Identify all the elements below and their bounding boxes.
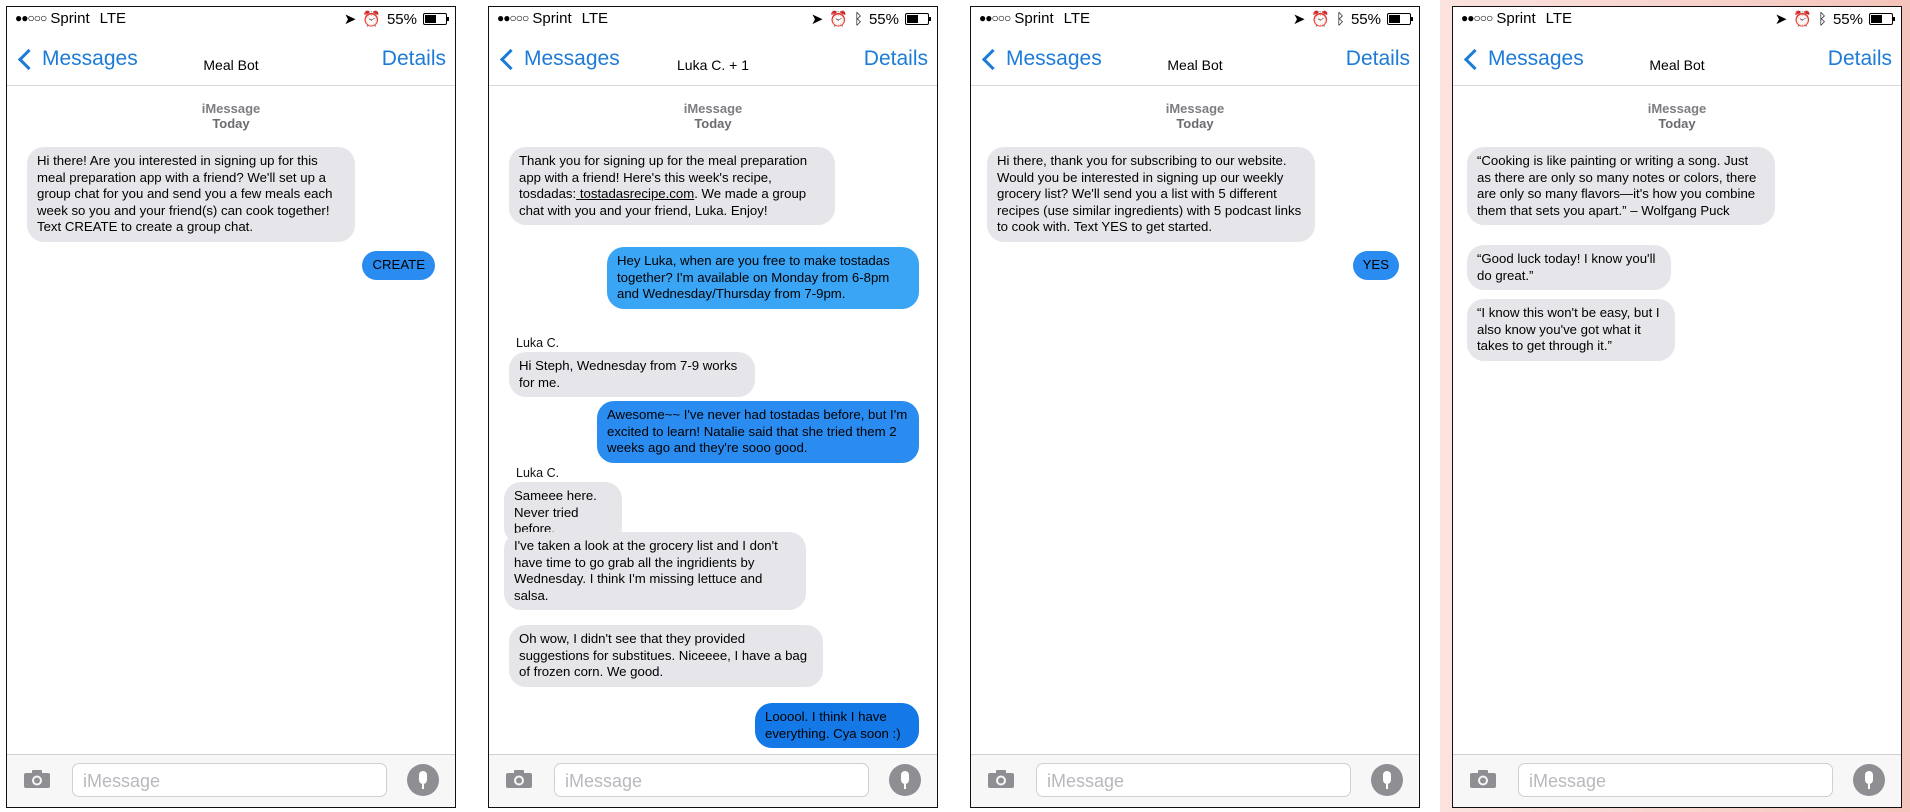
conversation-header: iMessage Today: [1647, 101, 1707, 131]
nav-bar: Messages Meal Bot Details: [7, 33, 455, 86]
status-bar: ●●○○○ Sprint LTE ➤ ⏰ ᛒ 55%: [1453, 7, 1901, 29]
camera-icon[interactable]: [987, 769, 1015, 789]
outgoing-message[interactable]: YES: [1352, 251, 1399, 280]
nav-bar: Messages Meal Bot Details: [1453, 33, 1901, 86]
details-button[interactable]: Details: [1828, 47, 1892, 71]
network-type: LTE: [99, 10, 127, 27]
battery-icon: [905, 13, 931, 25]
message-list[interactable]: iMessage Today Thank you for signing up f…: [489, 85, 937, 755]
alarm-icon: ⏰: [1793, 11, 1812, 28]
battery-icon: [423, 13, 449, 25]
incoming-message[interactable]: Oh wow, I didn't see that they provided …: [509, 625, 823, 687]
phone-screen-4: ●●○○○ Sprint LTE ➤ ⏰ ᛒ 55% Messages Meal …: [1452, 6, 1902, 808]
sender-name: Luka C.: [516, 336, 560, 350]
outgoing-message[interactable]: Looool. I think I have everything. Cya s…: [755, 703, 919, 748]
incoming-message[interactable]: “Good luck today! I know you'll do great…: [1467, 245, 1671, 290]
nav-bar: Messages Luka C. + 1 Details: [489, 33, 937, 86]
outgoing-message[interactable]: Hey Luka, when are you free to make tost…: [607, 247, 919, 309]
conversation-header: iMessage Today: [1165, 101, 1225, 131]
incoming-message[interactable]: I've taken a look at the grocery list an…: [504, 532, 806, 610]
sender-name: Luka C.: [516, 466, 560, 480]
microphone-icon[interactable]: [889, 764, 921, 796]
alarm-icon: ⏰: [1311, 11, 1330, 28]
incoming-message[interactable]: Hi there! Are you interested in signing …: [27, 147, 355, 242]
details-button[interactable]: Details: [382, 47, 446, 71]
incoming-message[interactable]: Hi there, thank you for subscribing to o…: [987, 147, 1315, 242]
status-bar: ●●○○○ Sprint LTE ➤ ⏰ ᛒ 55%: [489, 7, 937, 29]
battery-percent: 55%: [386, 10, 417, 28]
message-input[interactable]: iMessage: [1518, 763, 1833, 797]
camera-icon[interactable]: [1469, 769, 1497, 789]
message-input[interactable]: iMessage: [1036, 763, 1351, 797]
carrier-name: Sprint: [1496, 10, 1536, 27]
battery-icon: [1869, 13, 1895, 25]
carrier-name: Sprint: [1014, 10, 1054, 27]
location-arrow-icon: ➤: [1292, 11, 1306, 28]
nav-bar: Messages Meal Bot Details: [971, 33, 1419, 86]
message-input[interactable]: iMessage: [72, 763, 387, 797]
signal-icon: ●●○○○: [979, 11, 1011, 25]
incoming-message[interactable]: “I know this won't be easy, but I also k…: [1467, 299, 1675, 361]
incoming-message[interactable]: “Cooking is like painting or writing a s…: [1467, 147, 1775, 225]
phone-screen-3: ●●○○○ Sprint LTE ➤ ⏰ ᛒ 55% Messages Meal …: [970, 6, 1420, 808]
conversation-header: iMessage Today: [683, 101, 743, 131]
location-arrow-icon: ➤: [343, 11, 357, 28]
bluetooth-icon: ᛒ: [1335, 10, 1345, 28]
input-bar: iMessage: [971, 754, 1419, 807]
carrier-name: Sprint: [50, 10, 90, 27]
incoming-message[interactable]: Hi Steph, Wednesday from 7-9 works for m…: [509, 352, 755, 397]
alarm-icon: ⏰: [829, 11, 848, 28]
outgoing-message[interactable]: Awesome~~ I've never had tostadas before…: [597, 401, 919, 463]
phone-screen-2: ●●○○○ Sprint LTE ➤ ⏰ ᛒ 55% Messages Luka …: [488, 6, 938, 808]
input-bar: iMessage: [7, 754, 455, 807]
signal-icon: ●●○○○: [497, 11, 529, 25]
incoming-message[interactable]: Thank you for signing up for the meal pr…: [509, 147, 835, 225]
phone-screen-1: ●●○○○ Sprint LTE ➤ ⏰ 55% Messages Meal Bo…: [6, 6, 456, 808]
location-arrow-icon: ➤: [810, 11, 824, 28]
status-bar: ●●○○○ Sprint LTE ➤ ⏰ 55%: [7, 7, 455, 29]
camera-icon[interactable]: [505, 769, 533, 789]
message-list[interactable]: iMessage Today “Cooking is like painting …: [1453, 85, 1901, 755]
message-input[interactable]: iMessage: [554, 763, 869, 797]
battery-percent: 55%: [1350, 10, 1381, 28]
network-type: LTE: [1063, 10, 1091, 27]
microphone-icon[interactable]: [1371, 764, 1403, 796]
bluetooth-icon: ᛒ: [1817, 10, 1827, 28]
bluetooth-icon: ᛒ: [853, 10, 863, 28]
recipe-link[interactable]: tostadasrecipe.com: [576, 186, 694, 201]
network-type: LTE: [1545, 10, 1573, 27]
details-button[interactable]: Details: [1346, 47, 1410, 71]
battery-percent: 55%: [1832, 10, 1863, 28]
battery-icon: [1387, 13, 1413, 25]
carrier-name: Sprint: [532, 10, 572, 27]
details-button[interactable]: Details: [864, 47, 928, 71]
status-bar: ●●○○○ Sprint LTE ➤ ⏰ ᛒ 55%: [971, 7, 1419, 29]
input-bar: iMessage: [489, 754, 937, 807]
location-arrow-icon: ➤: [1774, 11, 1788, 28]
alarm-icon: ⏰: [362, 11, 381, 28]
message-list[interactable]: iMessage Today Hi there! Are you interest…: [7, 85, 455, 755]
battery-percent: 55%: [868, 10, 899, 28]
conversation-header: iMessage Today: [201, 101, 261, 131]
signal-icon: ●●○○○: [1461, 11, 1493, 25]
message-list[interactable]: iMessage Today Hi there, thank you for su…: [971, 85, 1419, 755]
camera-icon[interactable]: [23, 769, 51, 789]
microphone-icon[interactable]: [407, 764, 439, 796]
microphone-icon[interactable]: [1853, 764, 1885, 796]
network-type: LTE: [581, 10, 609, 27]
outgoing-message[interactable]: CREATE: [362, 251, 435, 280]
input-bar: iMessage: [1453, 754, 1901, 807]
signal-icon: ●●○○○: [15, 11, 47, 25]
